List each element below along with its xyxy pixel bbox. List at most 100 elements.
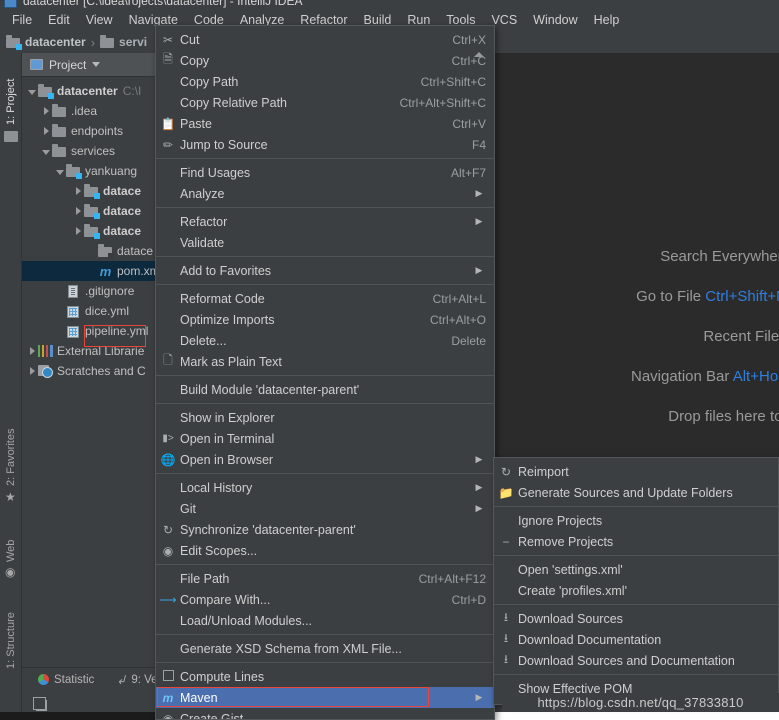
context-menu-item-file-path[interactable]: File Path Ctrl+Alt+F12 — [156, 568, 494, 589]
maven-submenu-item-remove-projects[interactable]: − Remove Projects — [494, 531, 778, 552]
context-menu-label: Show in Explorer — [180, 410, 275, 425]
maven-submenu[interactable]: ↻ Reimport 📁 Generate Sources and Update… — [493, 457, 779, 705]
twisty-down-icon[interactable] — [26, 84, 38, 98]
twisty-right-icon[interactable] — [72, 184, 84, 198]
maven-submenu-item-generate-sources[interactable]: 📁 Generate Sources and Update Folders — [494, 482, 778, 503]
browser-icon: 🌐 — [160, 452, 176, 467]
context-menu-label: Validate — [180, 235, 225, 250]
menu-item-file[interactable]: File — [4, 11, 40, 29]
chevron-right-icon: ▶ — [475, 503, 483, 513]
window-title: datacenter [C:\idea\rojects\datacenter] … — [23, 0, 303, 8]
scratches-icon — [38, 364, 53, 378]
menu-item-window[interactable]: Window — [525, 11, 585, 29]
context-menu-item-show-in-explorer[interactable]: Show in Explorer — [156, 407, 494, 428]
maven-submenu-item-ignore-projects[interactable]: Ignore Projects — [494, 510, 778, 531]
maven-submenu-item-open-settings-xml[interactable]: Open 'settings.xml' — [494, 559, 778, 580]
twisty-right-icon[interactable] — [40, 124, 52, 138]
menu-item-view[interactable]: View — [78, 11, 121, 29]
folder-icon — [52, 144, 67, 158]
sidebar-item-structure[interactable]: 1: Structure — [0, 593, 22, 669]
context-menu-item-open-in-terminal[interactable]: ▮> Open in Terminal — [156, 428, 494, 449]
context-menu-label: Load/Unload Modules... — [180, 613, 313, 628]
context-menu-item-create-gist[interactable]: ◉ Create Gist... — [156, 708, 494, 720]
left-tool-strip[interactable]: 1: Project 2: Favorites ★ Web ◉ 1: Struc… — [0, 53, 22, 720]
context-menu-item-cut[interactable]: ✂ Cut Ctrl+X — [156, 29, 494, 50]
context-menu-label: Copy Relative Path — [180, 95, 288, 110]
context-menu-item-paste[interactable]: 📋 Paste Ctrl+V — [156, 113, 494, 134]
context-menu-item-jump-to-source[interactable]: ✏ Jump to Source F4 — [156, 134, 494, 155]
context-menu-item-copy-relative-path[interactable]: Copy Relative Path Ctrl+Alt+Shift+C — [156, 92, 494, 113]
breadcrumb-item-datacenter[interactable]: datacenter — [6, 35, 86, 50]
context-menu-item-maven[interactable]: m Maven ▶ — [156, 687, 494, 708]
context-menu-item-local-history[interactable]: Local History ▶ — [156, 477, 494, 498]
context-menu-item-load-unload-modules[interactable]: Load/Unload Modules... — [156, 610, 494, 631]
maven-submenu-item-download-documentation[interactable]: ⭳ Download Documentation — [494, 629, 778, 650]
menu-item-edit[interactable]: Edit — [40, 11, 78, 29]
context-menu-item-analyze[interactable]: Analyze ▶ — [156, 183, 494, 204]
twisty-down-icon[interactable] — [54, 164, 66, 178]
maven-submenu-item-download-sources[interactable]: ⭳ Download Sources — [494, 608, 778, 629]
context-menu-item-generate-xsd-schema[interactable]: Generate XSD Schema from XML File... — [156, 638, 494, 659]
sidebar-item-favorites[interactable]: 2: Favorites — [0, 408, 22, 486]
breadcrumb-item-services[interactable]: servi — [100, 35, 147, 49]
context-menu-item-synchronize[interactable]: ↻ Synchronize 'datacenter-parent' — [156, 519, 494, 540]
menu-item-help[interactable]: Help — [586, 11, 628, 29]
project-panel-title: Project — [49, 57, 87, 72]
context-menu-label: Optimize Imports — [180, 312, 275, 327]
maven-submenu-item-create-profiles-xml[interactable]: Create 'profiles.xml' — [494, 580, 778, 601]
menu-separator — [494, 506, 778, 507]
context-menu-item-git[interactable]: Git ▶ — [156, 498, 494, 519]
context-menu-item-optimize-imports[interactable]: Optimize Imports Ctrl+Alt+O — [156, 309, 494, 330]
twisty-right-icon[interactable] — [72, 224, 84, 238]
maven-submenu-label: Reimport — [518, 464, 569, 479]
context-menu-item-copy[interactable]: 🗎 Copy Ctrl+C — [156, 50, 494, 71]
folder-icon — [52, 124, 67, 138]
context-menu-item-compare-with[interactable]: ⟶ Compare With... Ctrl+D — [156, 589, 494, 610]
bottom-item-label: 9: Ve — [131, 673, 158, 686]
twisty-right-icon[interactable] — [26, 364, 38, 378]
sidebar-item-label: 1: Structure — [5, 612, 17, 669]
maven-pom-icon: m — [99, 263, 112, 279]
yaml-icon — [66, 305, 81, 318]
context-menu-item-find-usages[interactable]: Find Usages Alt+F7 — [156, 162, 494, 183]
context-menu-item-refactor[interactable]: Refactor ▶ — [156, 211, 494, 232]
twisty-down-icon[interactable] — [40, 144, 52, 158]
bottom-item-statistic[interactable]: Statistic — [38, 674, 94, 686]
twisty-right-icon[interactable] — [72, 204, 84, 218]
bottom-item-version-control[interactable]: ↲ 9: Ve — [116, 673, 157, 687]
context-menu-accel: F4 — [471, 137, 486, 152]
twisty-right-icon[interactable] — [26, 344, 38, 358]
context-menu-item-add-to-favorites[interactable]: Add to Favorites ▶ — [156, 260, 494, 281]
context-menu-item-edit-scopes[interactable]: ◉ Edit Scopes... — [156, 540, 494, 561]
statistic-icon — [38, 674, 49, 685]
watermark: https://blog.csdn.net/qq_37833810 — [502, 693, 779, 712]
intellij-logo-icon — [4, 0, 17, 8]
context-menu-item-delete[interactable]: Delete... Delete — [156, 330, 494, 351]
module-folder-icon — [84, 184, 100, 199]
twisty-right-icon[interactable] — [40, 104, 52, 118]
sidebar-item-project[interactable]: 1: Project — [0, 61, 22, 125]
context-menu-label: Maven — [180, 690, 218, 705]
context-menu-item-copy-path[interactable]: Copy Path Ctrl+Shift+C — [156, 71, 494, 92]
maven-submenu-label: Open 'settings.xml' — [518, 562, 623, 577]
bottom-item-label: Statistic — [54, 673, 95, 686]
context-menu-item-compute-lines[interactable]: Compute Lines — [156, 666, 494, 687]
checkbox-icon[interactable] — [156, 669, 180, 684]
context-menu-accel: Ctrl+Alt+Shift+C — [399, 95, 486, 110]
context-menu-item-validate[interactable]: Validate — [156, 232, 494, 253]
maven-submenu-item-download-sources-and-documentation[interactable]: ⭳ Download Sources and Documentation — [494, 650, 778, 671]
menu-separator — [494, 604, 778, 605]
context-menu-item-reformat-code[interactable]: Reformat Code Ctrl+Alt+L — [156, 288, 494, 309]
context-menu-item-open-in-browser[interactable]: 🌐 Open in Browser ▶ — [156, 449, 494, 470]
context-menu[interactable]: ✂ Cut Ctrl+X 🗎 Copy Ctrl+C Copy Path Ctr… — [155, 25, 495, 720]
maven-submenu-item-reimport[interactable]: ↻ Reimport — [494, 461, 778, 482]
context-menu-label: Refactor — [180, 214, 228, 229]
context-menu-item-build-module[interactable]: Build Module 'datacenter-parent' — [156, 379, 494, 400]
scroll-up-arrow-icon[interactable] — [474, 52, 484, 57]
context-menu-item-mark-as-plain-text[interactable]: 🗋 Mark as Plain Text — [156, 351, 494, 372]
chevron-down-icon[interactable] — [92, 62, 101, 67]
sidebar-item-web[interactable]: Web — [0, 528, 22, 562]
folder-icon — [100, 35, 115, 49]
layers-icon[interactable] — [33, 697, 47, 711]
menu-separator — [494, 555, 778, 556]
